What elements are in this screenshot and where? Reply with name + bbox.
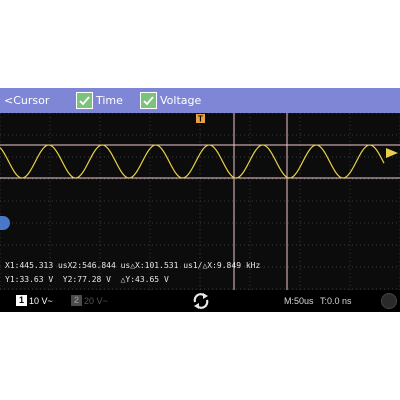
waveform-display[interactable]: T X1:445.313 usX2:546.844 us△X:101.531 u… (0, 113, 400, 290)
trigger-marker-label: T (198, 115, 203, 124)
channel2-scale[interactable]: 20 V~ (84, 295, 108, 307)
cursor-time-readout: X1:445.313 usX2:546.844 us△X:101.531 us1… (5, 261, 261, 270)
channel1-badge[interactable]: 1 (16, 295, 27, 306)
channel2-badge[interactable]: 2 (71, 295, 82, 306)
check-icon (79, 96, 90, 106)
check-icon (143, 96, 154, 106)
channel1-waveform (0, 144, 385, 179)
channel1-offset-marker[interactable] (0, 216, 11, 230)
cursor-voltage-readout: Y1:33.63 V Y2:77.28 V △Y:43.65 V (5, 275, 169, 284)
back-cursor-button[interactable]: <Cursor (4, 93, 49, 108)
voltage-checkbox[interactable] (140, 92, 157, 109)
run-stop-icon[interactable] (381, 293, 397, 309)
time-label: Time (96, 94, 123, 107)
refresh-icon[interactable] (191, 291, 211, 311)
trigger-offset-readout[interactable]: T:0.0 ns (320, 295, 352, 307)
voltage-cursor-toggle[interactable]: Voltage (140, 90, 201, 111)
timebase-readout[interactable]: M:50us (284, 295, 314, 307)
cursor-toolbar: <Cursor Time Voltage (0, 88, 400, 113)
voltage-label: Voltage (160, 94, 202, 107)
channel1-scale[interactable]: 10 V~ (29, 295, 53, 307)
time-cursor-toggle[interactable]: Time (76, 90, 123, 111)
time-checkbox[interactable] (76, 92, 93, 109)
trigger-marker-icon[interactable]: T (196, 114, 205, 124)
status-bar: 1 10 V~ 2 20 V~ M:50us T:0.0 ns (0, 290, 400, 312)
